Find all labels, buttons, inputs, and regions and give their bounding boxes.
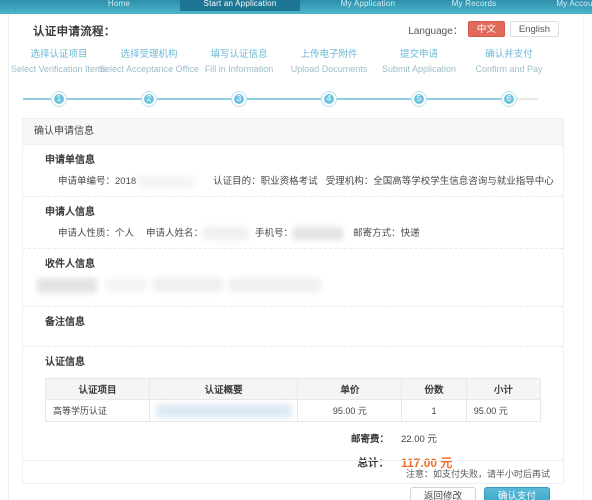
cert-col-header-2: 单价 — [297, 378, 403, 400]
cert-summary-redacted — [155, 404, 292, 418]
applicant-name-label: 申请人姓名： — [146, 227, 204, 239]
office-label: 受理机构： — [325, 175, 374, 187]
recipient-redacted-3 — [153, 278, 223, 292]
step-dot-2[interactable]: 2 — [142, 92, 156, 106]
cell-subtotal: 95.00 元 — [465, 399, 542, 422]
step-indicator: 选择认证项目 Select Verification Items 选择受理机构 Sel… — [9, 48, 583, 106]
step-6[interactable]: 确认并支付 Confirm and Pay — [454, 48, 564, 76]
step-dot-5[interactable]: 5 — [412, 92, 426, 106]
applicant-type-label: 申请人性质： — [58, 227, 116, 239]
step-dot-1[interactable]: 1 — [52, 92, 66, 106]
applicant-info-row: 申请人性质： 个人 申请人姓名： 手机号： 邮寄方式： 快递 — [23, 227, 563, 240]
delivery-value: 快递 — [400, 227, 420, 239]
order-info-row: 申请单编号： 2018 认证目的： 职业资格考试 受理机构： 全国高等学校学生信… — [23, 175, 563, 188]
confirm-pay-button[interactable]: 确认支付 — [483, 487, 550, 500]
cert-col-header-4: 小计 — [465, 378, 542, 400]
recipient-redacted-2 — [105, 278, 147, 292]
cell-unit-price: 95.00 元 — [297, 399, 403, 422]
back-to-edit-button[interactable]: 返回修改 — [409, 487, 476, 500]
office-value: 全国高等学校学生信息咨询与就业指导中心 — [373, 175, 554, 187]
purpose-value: 职业资格考试 — [260, 175, 318, 187]
language-english-button[interactable]: English — [509, 21, 559, 37]
cell-cert-summary — [148, 399, 299, 422]
step-dot-3[interactable]: 3 — [232, 92, 246, 106]
page-title: 认证申请流程： — [33, 26, 116, 38]
recipient-redacted-1 — [37, 278, 97, 293]
step-dot-4[interactable]: 4 — [322, 92, 336, 106]
order-no-label: 申请单编号： — [58, 175, 116, 187]
applicant-type-value: 个人 — [115, 227, 135, 239]
recipient-redacted-row — [23, 276, 563, 298]
section-title-order: 申请单信息 — [45, 155, 95, 166]
step-track: 1 2 3 4 5 6 — [23, 92, 563, 106]
cert-col-header-3: 份数 — [401, 378, 467, 400]
payment-notice: 注意：如支付失败，请半小时后再试 — [405, 469, 550, 479]
section-remarks: 备注信息 — [23, 307, 563, 347]
footer-button-group: 返回修改 确认支付 — [22, 487, 564, 500]
applicant-name-redacted — [203, 227, 250, 240]
cell-quantity: 1 — [401, 399, 467, 422]
panel-header-title: 确认申请信息 — [23, 119, 563, 145]
shipping-fee-label: 邮寄费： — [350, 434, 389, 445]
cert-table: 认证项目 认证概要 单价 份数 小计 高等学历认证 95.00 元 1 95.00 元 — [45, 378, 542, 422]
shipping-fee-value: 22.00 元 — [401, 434, 437, 445]
footer-actions: 注意：如支付失败，请半小时后再试 返回修改 确认支付 — [22, 460, 564, 500]
shipping-fee-row: 邮寄费： 22.00 元 — [45, 431, 541, 445]
section-recipient-info: 收件人信息 — [23, 249, 563, 307]
card-header: 认证申请流程： Language： 中文 English — [9, 14, 583, 44]
language-label: Language： — [408, 25, 463, 37]
section-title-remarks: 备注信息 — [45, 317, 85, 328]
purpose-label: 认证目的： — [213, 175, 261, 187]
table-row: 高等学历认证 95.00 元 1 95.00 元 — [45, 399, 542, 422]
top-navigation-bar: Home Start an Application My Application My… — [0, 0, 592, 14]
section-title-cert: 认证信息 — [45, 357, 85, 368]
step-dot-6[interactable]: 6 — [502, 92, 516, 106]
step-6-label-en: Confirm and Pay — [475, 64, 543, 74]
step-line-completed — [23, 98, 509, 100]
cell-cert-item: 高等学历认证 — [45, 399, 150, 422]
section-order-info: 申请单信息 申请单编号： 2018 认证目的： 职业资格考试 受理机构： 全国高… — [23, 145, 563, 197]
cert-table-header-row: 认证项目 认证概要 单价 份数 小计 — [45, 378, 542, 400]
section-title-applicant: 申请人信息 — [45, 207, 95, 218]
section-title-recipient: 收件人信息 — [45, 259, 95, 270]
step-6-label-cn: 确认并支付 — [485, 49, 533, 60]
cert-col-header-1: 认证概要 — [148, 378, 299, 400]
confirm-panel: 确认申请信息 申请单信息 申请单编号： 2018 认证目的： 职业资格考试 受理… — [22, 118, 564, 484]
phone-label: 手机号： — [255, 227, 294, 239]
content-card: 认证申请流程： Language： 中文 English 选择认证项目 Selec… — [8, 14, 584, 500]
order-no-redacted — [137, 175, 196, 188]
order-no-value: 2018 — [115, 175, 137, 187]
section-applicant-info: 申请人信息 申请人性质： 个人 申请人姓名： 手机号： 邮寄方式： 快递 — [23, 197, 563, 249]
language-chinese-button[interactable]: 中文 — [467, 21, 505, 37]
recipient-redacted-4 — [229, 278, 321, 292]
cert-table-wrapper: 认证项目 认证概要 单价 份数 小计 高等学历认证 95.00 元 1 95.00 元 — [23, 378, 563, 422]
page-root: Home Start an Application My Application My… — [0, 0, 592, 500]
language-switcher: Language： 中文 English — [408, 21, 559, 37]
phone-redacted — [293, 227, 344, 240]
cert-col-header-0: 认证项目 — [45, 378, 150, 400]
delivery-label: 邮寄方式： — [353, 227, 401, 239]
